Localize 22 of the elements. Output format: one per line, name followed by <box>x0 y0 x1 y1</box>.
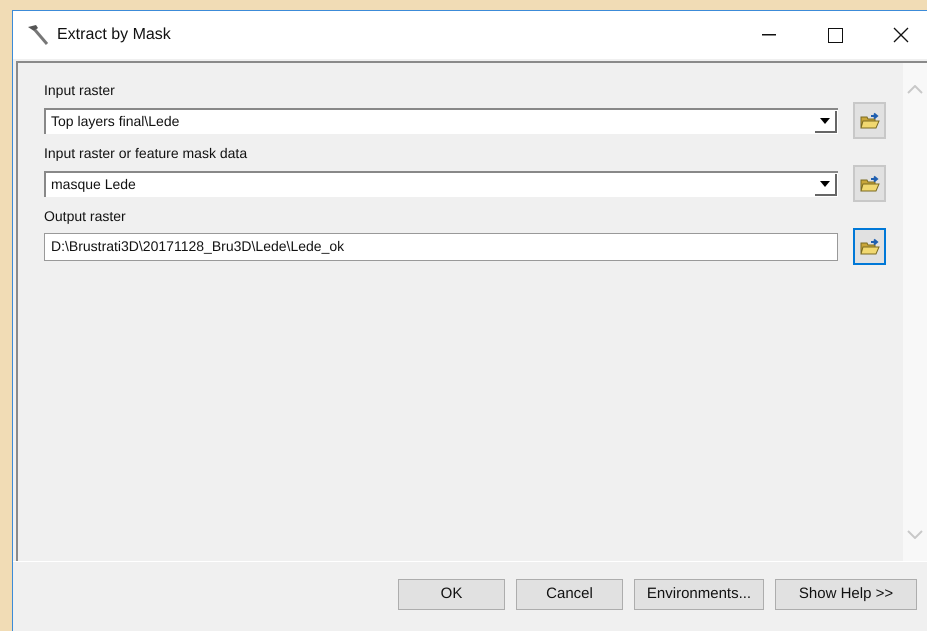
dialog-button[interactable]: Cancel <box>516 579 623 610</box>
field-label: Input raster or feature mask data <box>44 144 248 163</box>
input-field[interactable]: D:\Brustrati3D\20171128_Bru3D\Lede\Lede_ok <box>44 232 838 260</box>
window-title: Extract by Mask <box>57 25 171 45</box>
dropdown-arrow-icon[interactable] <box>815 174 837 196</box>
field-label: Input raster <box>44 81 116 100</box>
field-label: Output raster <box>44 207 127 226</box>
maximize-icon[interactable] <box>828 28 843 42</box>
browse-button[interactable] <box>853 102 886 139</box>
dialog-button[interactable]: Show Help >> <box>775 579 917 610</box>
dropdown-field[interactable]: masque Lede <box>44 170 838 196</box>
dropdown-arrow-icon[interactable] <box>815 110 837 132</box>
dropdown-field[interactable]: Top layers final\Lede <box>44 108 838 134</box>
folder-icon <box>858 174 880 194</box>
close-icon[interactable] <box>893 27 909 43</box>
dialog-button[interactable]: Environments... <box>634 579 764 610</box>
folder-icon <box>858 110 880 130</box>
browse-button[interactable] <box>853 165 886 202</box>
browse-button[interactable] <box>853 228 886 265</box>
minimize-icon[interactable] <box>762 34 776 36</box>
folder-icon <box>858 236 880 256</box>
dialog-button[interactable]: OK <box>398 579 505 610</box>
